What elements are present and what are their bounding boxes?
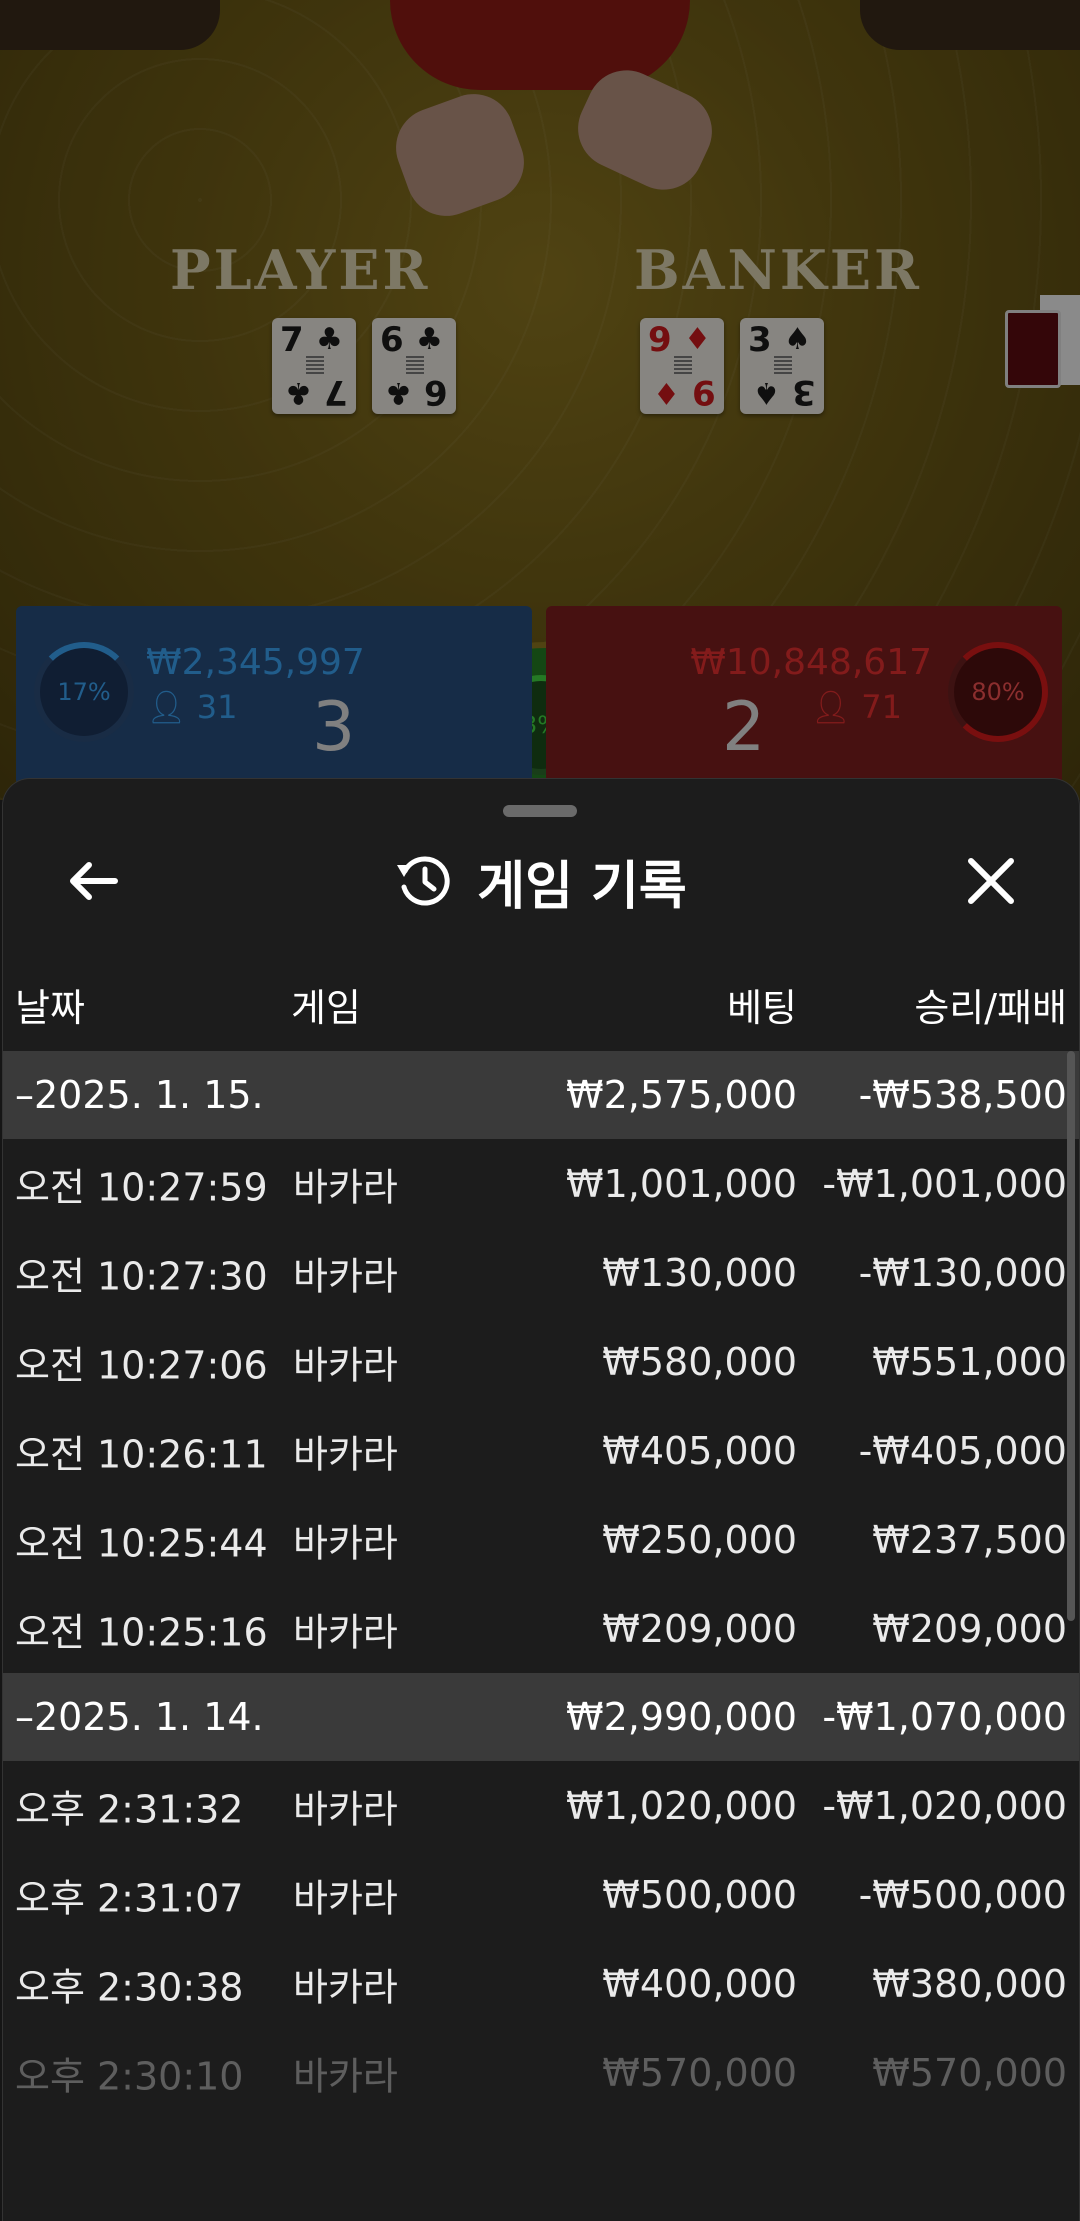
row-bet: ₩570,000 xyxy=(602,2050,797,2095)
row-game: 바카라 xyxy=(293,1610,398,1654)
sheet-drag-handle[interactable] xyxy=(503,805,577,817)
history-row[interactable]: 오후 2:30:38 바카라 ₩400,000 ₩380,000 xyxy=(3,1939,1079,2028)
row-bet: ₩250,000 xyxy=(602,1517,797,1562)
row-time: 오후 2:31:32 xyxy=(15,1787,244,1831)
row-bet: ₩1,020,000 xyxy=(566,1783,797,1828)
row-game: 바카라 xyxy=(293,1965,398,2009)
history-row[interactable]: 오전 10:27:30 바카라 ₩130,000 -₩130,000 xyxy=(3,1228,1079,1317)
column-header-game: 게임 xyxy=(291,986,361,1030)
row-bet: ₩209,000 xyxy=(602,1606,797,1651)
row-result: ₩209,000 xyxy=(872,1606,1067,1651)
history-row[interactable]: 오전 10:27:59 바카라 ₩1,001,000 -₩1,001,000 xyxy=(3,1139,1079,1228)
history-row[interactable]: 오후 2:30:10 바카라 ₩570,000 ₩570,000 xyxy=(3,2028,1079,2117)
row-bet: ₩500,000 xyxy=(602,1872,797,1917)
row-result: -₩405,000 xyxy=(858,1428,1067,1473)
history-row[interactable]: 오전 10:25:16 바카라 ₩209,000 ₩209,000 xyxy=(3,1584,1079,1673)
date-group-header[interactable]: –2025. 1. 14. ₩2,990,000 -₩1,070,000 xyxy=(3,1673,1079,1761)
row-time: 오전 10:26:11 xyxy=(15,1432,268,1476)
row-time: 오후 2:31:07 xyxy=(15,1876,244,1920)
group-total-bet: ₩2,575,000 xyxy=(566,1073,797,1117)
column-header-bet: 베팅 xyxy=(727,986,797,1030)
row-result: ₩551,000 xyxy=(872,1339,1067,1384)
game-history-sheet: 게임 기록 날짜 게임 베팅 승리/패배 –2025. 1. 15. ₩2,575… xyxy=(2,778,1080,2221)
history-list[interactable]: –2025. 1. 15. ₩2,575,000 -₩538,500 오전 10:27… xyxy=(3,1051,1079,2117)
backdrop-overlay[interactable] xyxy=(0,0,1080,800)
row-game: 바카라 xyxy=(293,2054,398,2098)
column-header-result: 승리/패배 xyxy=(914,986,1067,1030)
history-row[interactable]: 오후 2:31:32 바카라 ₩1,020,000 -₩1,020,000 xyxy=(3,1761,1079,1850)
row-result: -₩130,000 xyxy=(858,1250,1067,1295)
group-date: –2025. 1. 14. xyxy=(15,1695,264,1739)
back-button[interactable] xyxy=(53,841,133,921)
row-game: 바카라 xyxy=(293,1521,398,1565)
group-total-result: -₩1,070,000 xyxy=(822,1695,1067,1739)
row-time: 오후 2:30:38 xyxy=(15,1965,244,2009)
history-icon xyxy=(397,856,450,906)
arrow-left-icon xyxy=(70,862,118,900)
history-row[interactable]: 오후 2:31:07 바카라 ₩500,000 -₩500,000 xyxy=(3,1850,1079,1939)
row-time: 오후 2:30:10 xyxy=(15,2054,244,2098)
row-time: 오전 10:25:16 xyxy=(15,1610,268,1654)
column-headers: 날짜 게임 베팅 승리/패배 xyxy=(3,977,1079,1037)
row-game: 바카라 xyxy=(293,1343,398,1387)
row-game: 바카라 xyxy=(293,1787,398,1831)
row-result: ₩380,000 xyxy=(872,1961,1067,2006)
row-result: ₩237,500 xyxy=(872,1517,1067,1562)
row-result: -₩1,020,000 xyxy=(822,1783,1067,1828)
row-result: ₩570,000 xyxy=(872,2050,1067,2095)
history-row[interactable]: 오전 10:27:06 바카라 ₩580,000 ₩551,000 xyxy=(3,1317,1079,1406)
group-date: –2025. 1. 15. xyxy=(15,1073,264,1117)
row-bet: ₩400,000 xyxy=(602,1961,797,2006)
group-total-result: -₩538,500 xyxy=(858,1073,1067,1117)
sheet-header: 게임 기록 xyxy=(3,841,1079,921)
date-group-header[interactable]: –2025. 1. 15. ₩2,575,000 -₩538,500 xyxy=(3,1051,1079,1139)
sheet-title: 게임 기록 xyxy=(477,856,687,917)
row-time: 오전 10:27:30 xyxy=(15,1254,268,1298)
row-game: 바카라 xyxy=(293,1432,398,1476)
column-header-date: 날짜 xyxy=(15,986,85,1030)
row-game: 바카라 xyxy=(293,1254,398,1298)
close-icon xyxy=(968,858,1014,904)
row-bet: ₩130,000 xyxy=(602,1250,797,1295)
row-result: -₩1,001,000 xyxy=(822,1161,1067,1206)
row-bet: ₩580,000 xyxy=(602,1339,797,1384)
row-time: 오전 10:25:44 xyxy=(15,1521,268,1565)
row-game: 바카라 xyxy=(293,1165,398,1209)
row-time: 오전 10:27:06 xyxy=(15,1343,268,1387)
group-total-bet: ₩2,990,000 xyxy=(566,1695,797,1739)
scrollbar[interactable] xyxy=(1067,1051,1075,1621)
close-button[interactable] xyxy=(951,841,1031,921)
row-bet: ₩1,001,000 xyxy=(566,1161,797,1206)
row-result: -₩500,000 xyxy=(858,1872,1067,1917)
row-time: 오전 10:27:59 xyxy=(15,1165,268,1209)
history-row[interactable]: 오전 10:25:44 바카라 ₩250,000 ₩237,500 xyxy=(3,1495,1079,1584)
row-game: 바카라 xyxy=(293,1876,398,1920)
row-bet: ₩405,000 xyxy=(602,1428,797,1473)
history-row[interactable]: 오전 10:26:11 바카라 ₩405,000 -₩405,000 xyxy=(3,1406,1079,1495)
